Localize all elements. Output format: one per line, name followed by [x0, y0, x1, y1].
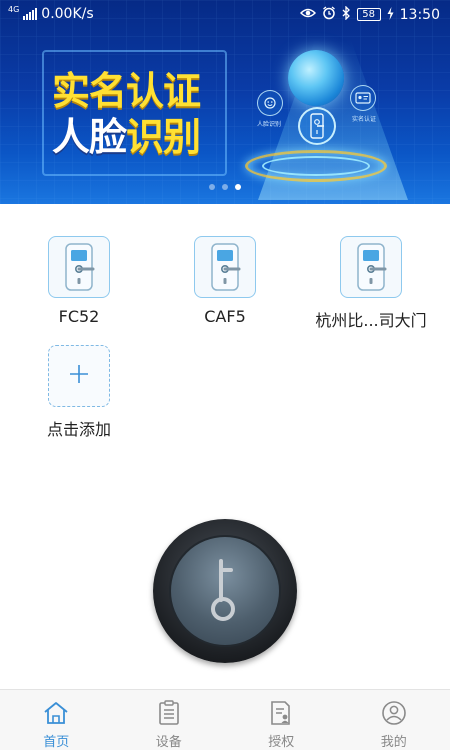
- banner-title-line2: 人 脸 识 别: [52, 114, 201, 160]
- network-speed: 0.00K/s: [41, 6, 94, 22]
- globe-icon: [288, 50, 344, 106]
- nav-home-label: 首页: [43, 735, 70, 750]
- door-lock-icon[interactable]: [48, 236, 110, 298]
- add-device-label: 点击添加: [46, 420, 111, 439]
- banner-title-char: 名: [89, 69, 127, 113]
- device-name: FC52: [58, 307, 100, 326]
- nav-authorize-label: 授权: [268, 735, 295, 750]
- id-card-icon: [350, 85, 376, 111]
- promo-banner[interactable]: 4G 0.00K/s 58 13:50 实 名 认 证 人 脸 识 别 人脸识别…: [0, 0, 450, 204]
- profile-icon: [381, 700, 407, 726]
- nav-devices-label: 设备: [155, 735, 182, 750]
- banner-platform-inner-ring: [262, 156, 370, 176]
- pager-dot[interactable]: [209, 184, 215, 190]
- battery-level: 58: [362, 8, 375, 20]
- network-type: 4G: [8, 4, 20, 14]
- home-icon: [43, 700, 69, 726]
- banner-title-char: 人: [52, 115, 90, 159]
- face-recognition-label: 人脸识别: [257, 121, 282, 128]
- pager-dot-active[interactable]: [235, 184, 241, 190]
- authorize-doc-icon: [268, 700, 294, 726]
- device-name: 杭州比...司大门: [315, 311, 427, 330]
- face-recognition-icon: [257, 90, 283, 116]
- signal-icon: [23, 8, 38, 20]
- door-lock-icon[interactable]: [340, 236, 402, 298]
- banner-title-char: 别: [163, 115, 201, 159]
- bottom-nav: 首页 设备 授权 我的: [0, 689, 450, 750]
- home-screen: 4G 0.00K/s 58 13:50 实 名 认 证 人 脸 识 别 人脸识别…: [0, 0, 450, 750]
- nav-home[interactable]: 首页: [0, 690, 113, 750]
- device-name: CAF5: [204, 307, 246, 326]
- device-item[interactable]: 杭州比...司大门: [306, 236, 436, 331]
- bluetooth-icon: [342, 5, 351, 23]
- eye-comfort-icon: [299, 7, 316, 22]
- banner-pager: [0, 184, 450, 190]
- door-lock-icon[interactable]: [194, 236, 256, 298]
- banner-title-char: 认: [126, 69, 164, 113]
- device-list-icon: [156, 700, 182, 726]
- banner-title-char: 证: [163, 69, 201, 113]
- banner-title-line1: 实 名 认 证: [52, 68, 201, 114]
- banner-title-char: 实: [52, 69, 90, 113]
- add-device-item[interactable]: 点击添加: [14, 345, 144, 440]
- device-item[interactable]: CAF5: [160, 236, 290, 326]
- banner-title-char: 识: [126, 115, 164, 159]
- nav-devices[interactable]: 设备: [113, 690, 226, 750]
- key-icon: [211, 559, 235, 621]
- add-device-button[interactable]: [48, 345, 110, 407]
- unlock-button[interactable]: [153, 519, 297, 663]
- unlock-button-face[interactable]: [169, 535, 281, 647]
- plus-icon: [68, 361, 90, 391]
- nav-authorize[interactable]: 授权: [225, 690, 338, 750]
- clock-time: 13:50: [399, 6, 440, 23]
- nav-profile-label: 我的: [380, 735, 407, 750]
- smart-lock-icon: [298, 107, 336, 145]
- alarm-icon: [322, 6, 336, 23]
- battery-icon: 58: [356, 8, 381, 21]
- charging-icon: [387, 6, 394, 23]
- pager-dot[interactable]: [222, 184, 228, 190]
- device-item[interactable]: FC52: [14, 236, 144, 326]
- nav-profile[interactable]: 我的: [338, 690, 450, 750]
- realname-auth-label: 实名认证: [352, 116, 377, 123]
- banner-title-char: 脸: [89, 115, 127, 159]
- status-bar: 4G 0.00K/s 58 13:50: [0, 0, 450, 30]
